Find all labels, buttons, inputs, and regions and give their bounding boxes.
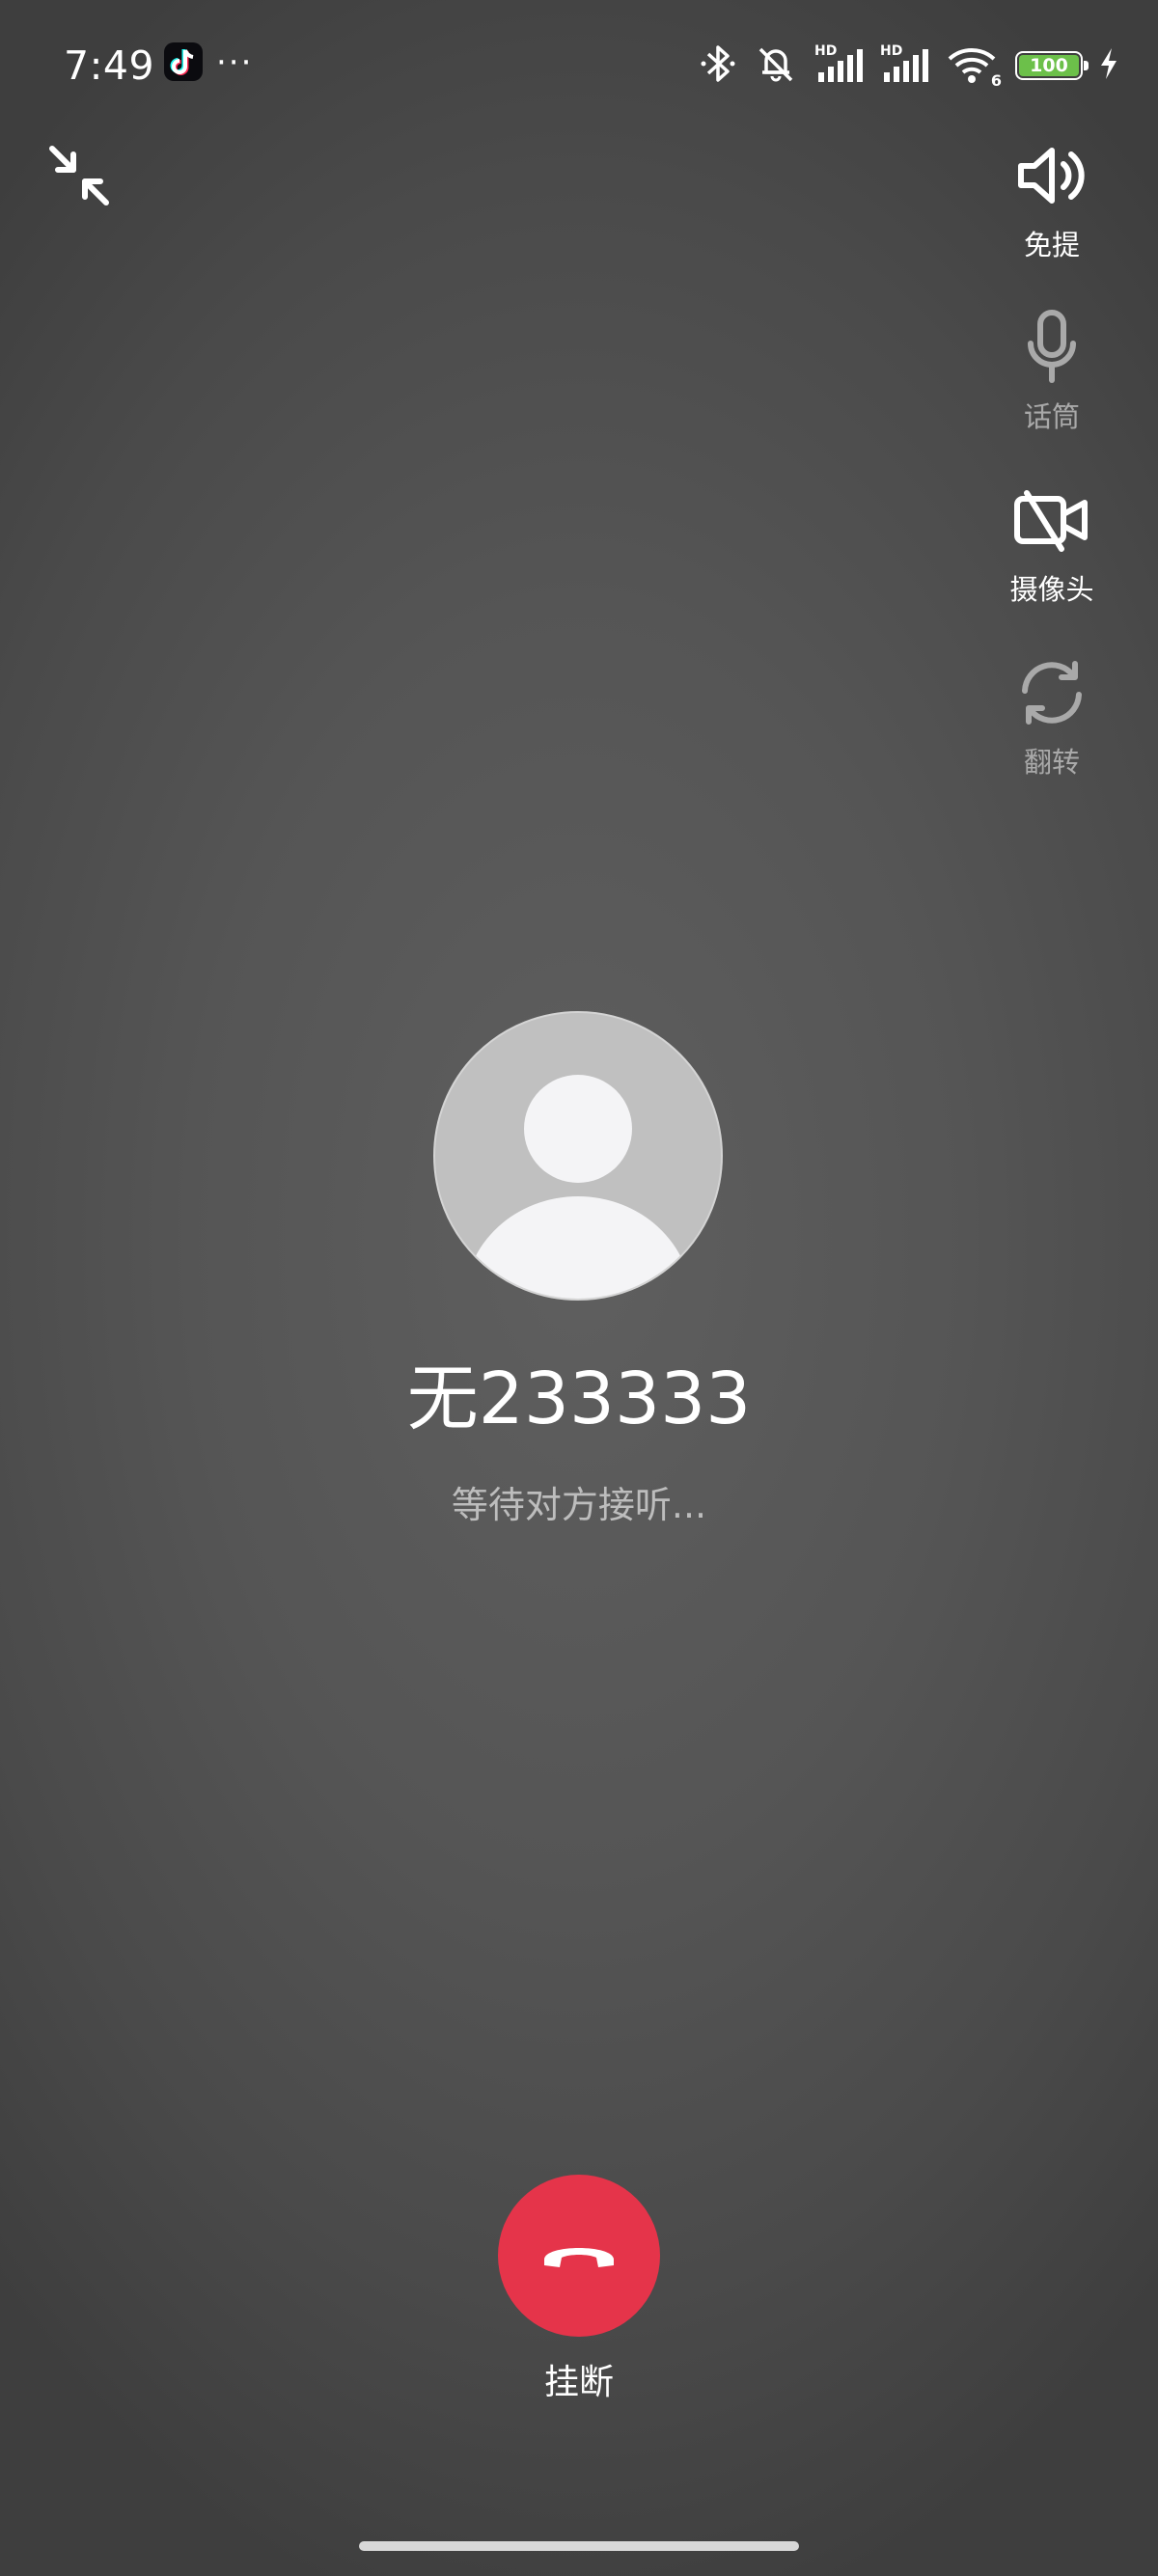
speaker-button[interactable]: 免提 [975, 135, 1129, 264]
speaker-icon [1018, 148, 1085, 204]
minimize-call-button[interactable] [44, 141, 114, 210]
flip-camera-button[interactable]: 翻转 [975, 652, 1129, 781]
charging-icon [1098, 46, 1119, 85]
default-avatar-icon [464, 1075, 692, 1299]
camera-button[interactable]: 摄像头 [975, 480, 1129, 609]
microphone-button[interactable]: 话筒 [975, 307, 1129, 436]
camera-off-icon [1014, 490, 1088, 552]
microphone-icon [1028, 310, 1076, 383]
caller-name: 无233333 [406, 1357, 752, 1440]
more-notifications-icon: ··· [216, 43, 254, 82]
minimize-arrows-icon [49, 146, 109, 206]
tiktok-notification-icon [164, 42, 203, 81]
wifi-icon: 6 [946, 43, 1002, 90]
home-indicator[interactable] [359, 2541, 799, 2551]
speaker-label: 免提 [1023, 229, 1080, 261]
avatar [433, 1011, 723, 1301]
camera-label: 摄像头 [1009, 573, 1094, 606]
bluetooth-icon [699, 41, 737, 90]
status-time: 7:49 [64, 42, 155, 89]
microphone-label: 话筒 [1023, 400, 1080, 433]
status-icons: HD HD 6 100 [699, 39, 1119, 93]
signal-2-icon: HD [880, 43, 930, 88]
flip-label: 翻转 [1023, 746, 1080, 779]
battery-icon: 100 [1015, 51, 1089, 80]
phone-hangup-icon [544, 2248, 614, 2267]
flip-camera-icon [1022, 661, 1082, 725]
call-status: 等待对方接听... [451, 1484, 707, 1526]
battery-level: 100 [1019, 55, 1079, 76]
signal-1-icon: HD [814, 43, 865, 88]
hangup-button[interactable] [498, 2175, 660, 2337]
hangup-label: 挂断 [543, 2363, 614, 2402]
mute-bell-icon [753, 41, 799, 90]
